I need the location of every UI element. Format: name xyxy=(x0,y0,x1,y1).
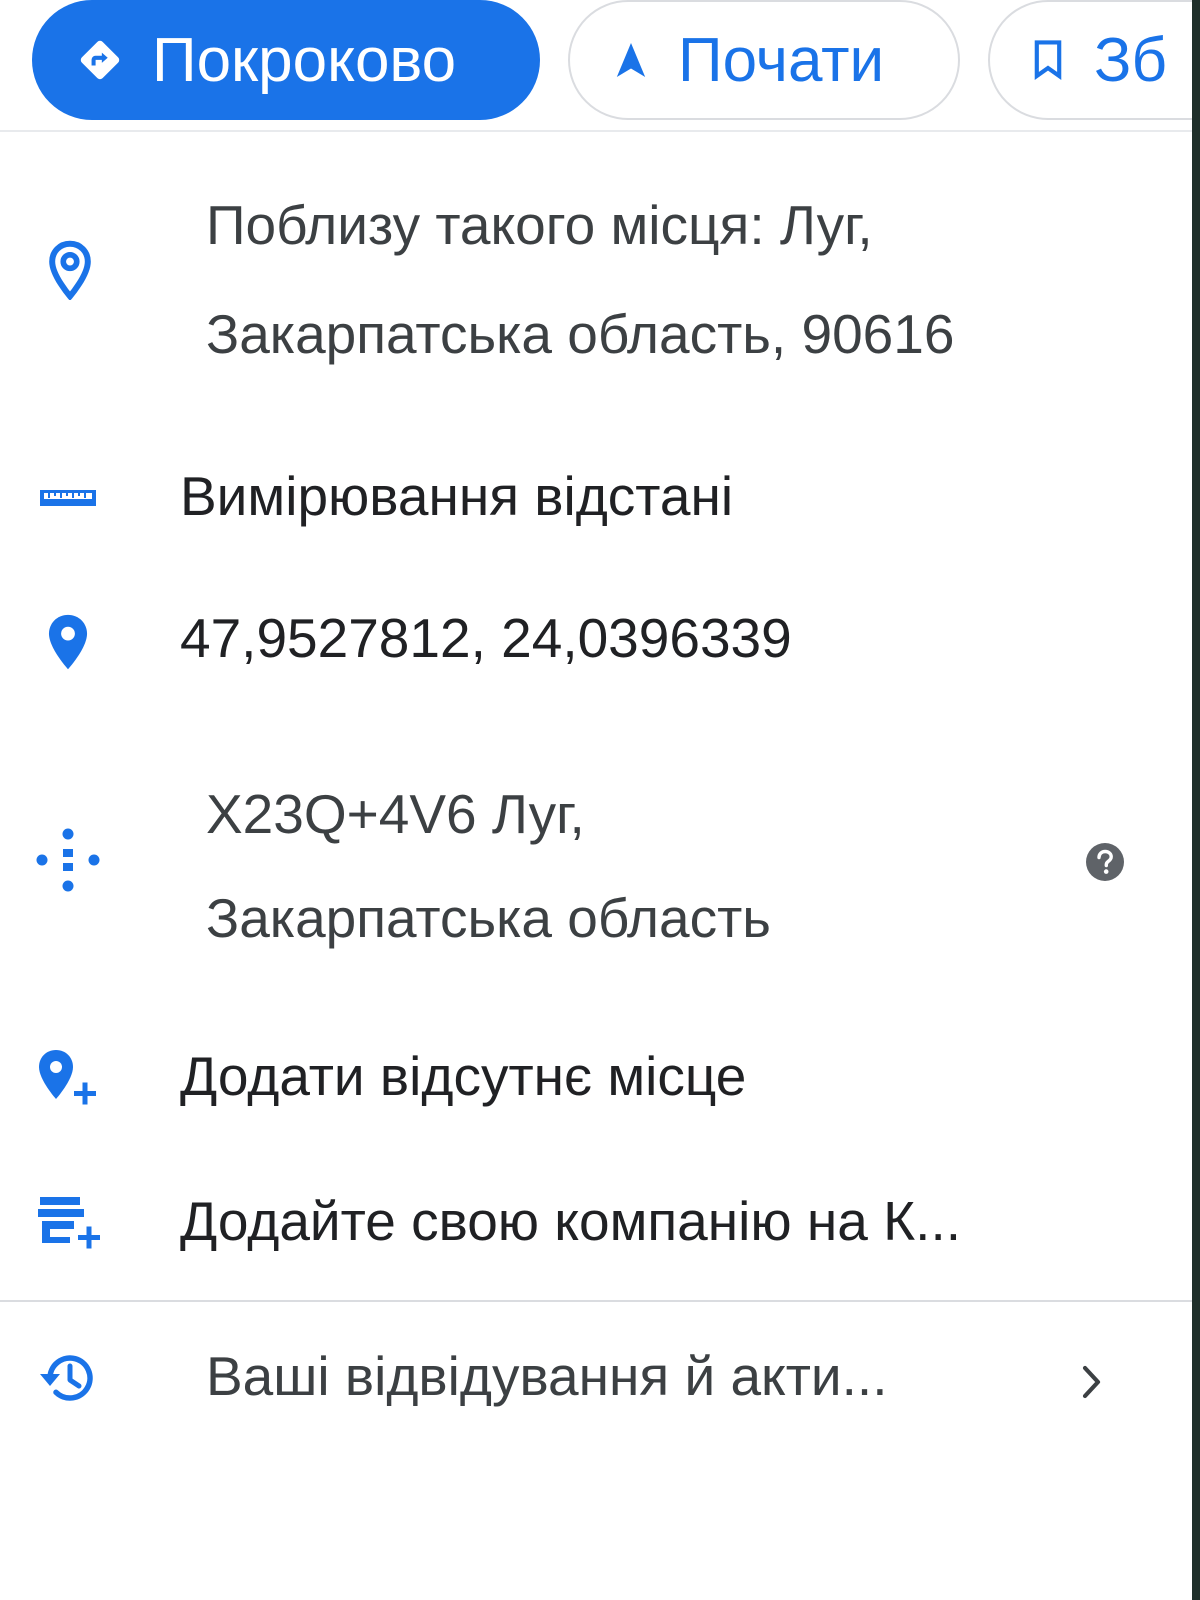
save-button[interactable]: Зб xyxy=(988,0,1200,120)
nearby-address-row[interactable]: Поблизу такого місця: Луг, Закарпатська … xyxy=(0,175,1192,395)
plus-code-icon xyxy=(28,820,108,900)
chevron-right-icon xyxy=(1052,1342,1132,1422)
save-label: Зб xyxy=(1094,25,1167,95)
measure-distance-label: Вимірювання відстані xyxy=(180,465,734,527)
directions-label: Покроково xyxy=(152,25,457,95)
location-pin-icon xyxy=(28,602,108,682)
plus-code-row[interactable]: X23Q+4V6 Луг, Закарпатська область xyxy=(0,768,1192,978)
add-missing-place-label: Додати відсутнє місце xyxy=(180,1045,747,1107)
directions-icon xyxy=(78,38,122,82)
navigation-arrow-icon xyxy=(614,40,648,80)
coordinates-row[interactable]: 47,9527812, 24,0396339 xyxy=(0,592,1192,692)
history-icon xyxy=(28,1338,108,1418)
plus-code-line1: X23Q+4V6 Луг, xyxy=(206,783,585,845)
add-business-label: Додайте свою компанію на К... xyxy=(180,1190,962,1252)
help-icon[interactable] xyxy=(1070,827,1140,897)
visits-activity-label: Ваші відвідування й акти... xyxy=(206,1345,888,1407)
add-location-icon xyxy=(30,1040,110,1120)
measure-distance-row[interactable]: Вимірювання відстані xyxy=(0,448,1192,548)
screen-edge xyxy=(1192,0,1200,1600)
chips-divider xyxy=(0,130,1192,132)
plus-code-line2: Закарпатська область xyxy=(206,887,771,949)
start-label: Почати xyxy=(678,25,885,95)
nearby-address-line2: Закарпатська область, 90616 xyxy=(206,303,955,365)
add-business-icon xyxy=(30,1183,110,1263)
bookmark-icon xyxy=(1032,39,1064,81)
visits-activity-row[interactable]: Ваші відвідування й акти... xyxy=(0,1330,1192,1430)
start-navigation-button[interactable]: Почати xyxy=(568,0,960,120)
nearby-address-line1: Поблизу такого місця: Луг, xyxy=(206,194,873,256)
coordinates-value: 47,9527812, 24,0396339 xyxy=(180,607,792,669)
section-divider xyxy=(0,1300,1192,1302)
location-outline-icon xyxy=(30,230,110,310)
action-chips-row: Покроково Почати Зб xyxy=(0,0,1200,132)
directions-button[interactable]: Покроково xyxy=(32,0,540,120)
place-details-panel: Покроково Почати Зб Поблизу такого місця… xyxy=(0,0,1200,1600)
ruler-icon xyxy=(28,458,108,538)
add-missing-place-row[interactable]: Додати відсутнє місце xyxy=(0,1030,1192,1130)
add-business-row[interactable]: Додайте свою компанію на К... xyxy=(0,1175,1192,1275)
